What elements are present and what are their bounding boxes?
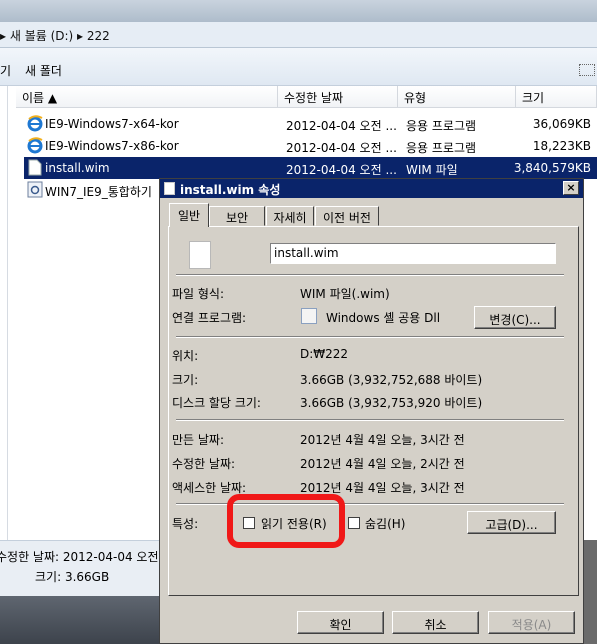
hidden-label[interactable]: 숨김(H) [365,515,405,532]
modified-value: 2012년 4월 4일 오늘, 2시간 전 [300,457,465,471]
tab-security[interactable]: 보안 [209,206,265,226]
modified-label: 수정한 날짜: [172,457,236,471]
ie-icon [27,115,43,132]
column-header-date[interactable]: 수정한 날짜 [278,86,398,108]
breadcrumb[interactable]: ▸ 새 볼륨 (D:) ▸ 222 [0,27,110,44]
file-row[interactable]: IE9-Windows7-x64-kor 2012-04-04 오전 ... 응… [24,113,597,135]
opens-with-label: 연결 프로그램: [172,311,247,325]
file-icon [164,182,175,195]
column-header-name[interactable]: 이름 ▲ [16,86,278,108]
file-row[interactable]: IE9-Windows7-x86-kor 2012-04-04 오전 ... 응… [24,135,597,157]
file-date: 2012-04-04 오전 ... [286,141,397,155]
tab-details[interactable]: 자세히 [266,206,314,226]
properties-dialog: install.wim 속성 × 일반 보안 자세히 이전 버전 install… [159,178,584,644]
created-label: 만든 날짜: [172,433,225,447]
details-modified: 수정한 날짜: 2012-04-04 오전 [0,550,159,564]
file-date: 2012-04-04 오전 ... [286,119,397,133]
file-row-selected[interactable]: install.wim 2012-04-04 오전 ... WIM 파일 3,8… [24,157,597,179]
file-size: 36,069KB [532,117,591,131]
advanced-button[interactable]: 고급(D)... [467,511,556,534]
size-value: 3.66GB (3,932,752,688 바이트) [300,373,483,387]
navigation-pane[interactable] [0,86,8,540]
taskbar [0,596,160,644]
ie-icon [27,137,43,154]
file-large-icon [189,241,211,269]
explorer-title-strip [0,0,597,22]
file-date: 2012-04-04 오전 ... [286,163,397,177]
program-icon [301,308,317,324]
cancel-button[interactable]: 취소 [392,611,479,634]
created-value: 2012년 4월 4일 오늘, 3시간 전 [300,433,465,447]
close-button[interactable]: × [563,181,579,195]
column-header-type-label: 유형 [404,91,427,105]
disk-size-value: 3.66GB (3,932,753,920 바이트) [300,396,483,410]
hidden-checkbox[interactable] [348,517,360,529]
file-name: install.wim [45,161,110,175]
dialog-title: install.wim 속성 [180,183,281,197]
size-label: 크기: [172,373,199,387]
file-type: WIM 파일 [406,163,458,177]
attributes-label: 특성: [172,517,199,531]
ok-button[interactable]: 확인 [297,611,384,634]
toolbar-partial-item[interactable]: 기 [0,62,11,79]
file-name: IE9-Windows7-x86-kor [45,139,179,153]
details-pane: 수정한 날짜: 2012-04-04 오전 크기: 3.66GB [0,540,160,596]
location-value: D:₩222 [300,347,349,361]
separator [176,274,564,276]
highlight-annotation [227,494,345,548]
new-folder-button[interactable]: 새 폴더 [25,62,62,79]
script-icon [27,181,43,198]
file-icon [28,159,42,176]
apply-button[interactable]: 적용(A) [488,611,575,634]
dialog-title-bar[interactable]: install.wim 속성 [160,179,583,198]
file-name: WIN7_IE9_통합하기 [45,185,152,199]
file-size: 18,223KB [532,139,591,153]
column-header-name-label: 이름 ▲ [22,91,58,105]
column-header-date-label: 수정한 날짜 [284,91,344,105]
file-name: IE9-Windows7-x64-kor [45,117,179,131]
view-options-icon[interactable] [579,64,595,76]
file-type: 응용 프로그램 [406,141,477,155]
disk-size-label: 디스크 할당 크기: [172,396,261,410]
location-label: 위치: [172,349,199,363]
column-header-size[interactable]: 크기 [516,86,597,108]
filename-field[interactable]: install.wim [270,243,556,264]
address-bar[interactable]: ▸ 새 볼륨 (D:) ▸ 222 [0,22,597,48]
details-size: 크기: 3.66GB [35,570,110,584]
tab-previous-versions[interactable]: 이전 버전 [315,206,379,226]
tab-general[interactable]: 일반 [169,203,209,227]
file-size: 3,840,579KB [513,161,591,175]
explorer-toolbar: 기 새 폴더 [0,48,597,86]
separator [176,336,564,338]
change-button[interactable]: 변경(C)... [474,306,556,329]
column-header-type[interactable]: 유형 [398,86,516,108]
column-header-size-label: 크기 [522,91,545,105]
file-type-label: 파일 형식: [172,287,225,301]
separator [176,419,564,421]
opens-with-value: Windows 셸 공용 Dll [326,311,441,325]
file-type: 응용 프로그램 [406,119,477,133]
file-type-value: WIM 파일(.wim) [300,287,390,301]
